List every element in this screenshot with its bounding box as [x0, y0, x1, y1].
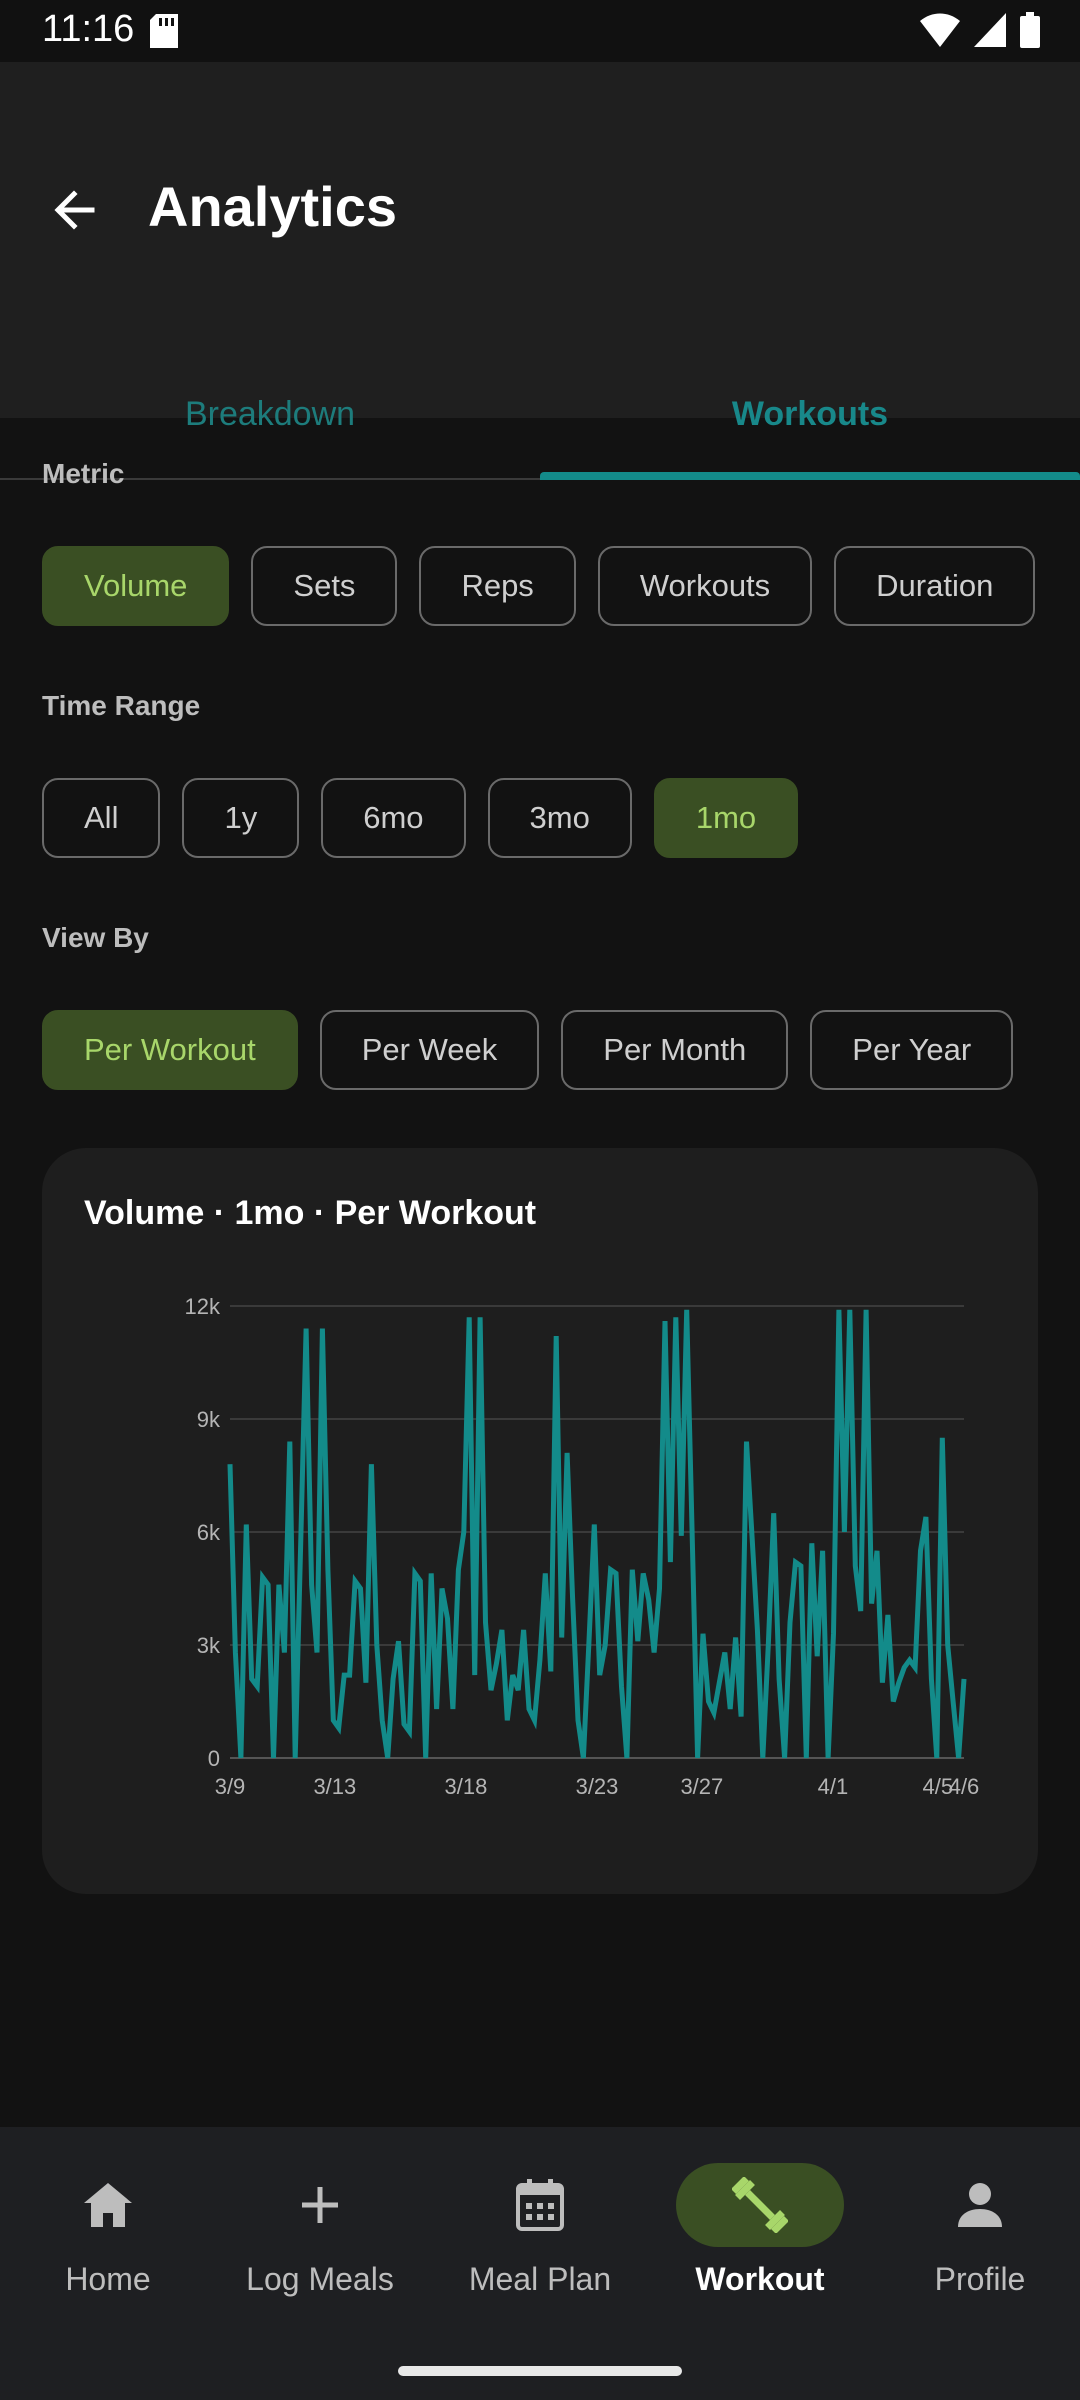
- chip-reps[interactable]: Reps: [419, 546, 576, 626]
- x-tick-label: 3/27: [680, 1774, 723, 1799]
- chip-workouts[interactable]: Workouts: [597, 546, 813, 626]
- nav-meal-plan-label: Meal Plan: [468, 2261, 612, 2297]
- bottom-navigation: Home Log Meals Meal Plan Workout Profile: [0, 2127, 1080, 2400]
- status-time: 11:16: [42, 8, 135, 50]
- nav-workout[interactable]: Workout: [652, 2163, 868, 2313]
- status-icons: [920, 12, 1040, 48]
- app-bar: Analytics Breakdown Workouts: [0, 62, 1080, 480]
- tab-workouts[interactable]: Workouts: [540, 352, 1080, 476]
- y-tick-label: 3k: [197, 1633, 221, 1658]
- battery-icon: [1020, 12, 1040, 48]
- chip-duration[interactable]: Duration: [834, 546, 1036, 626]
- x-tick-label: 4/6: [949, 1774, 980, 1799]
- home-icon: [84, 2183, 132, 2227]
- page-title: Analytics: [148, 175, 397, 238]
- plus-icon: [302, 2187, 338, 2223]
- chip-per-month[interactable]: Per Month: [561, 1010, 789, 1090]
- chip-1mo[interactable]: 1mo: [653, 778, 799, 858]
- nav-log-meals-label: Log Meals: [246, 2261, 394, 2297]
- view-by-chips: Per Workout Per Week Per Month Per Year: [42, 1010, 1014, 1090]
- nav-profile-label: Profile: [934, 2261, 1026, 2297]
- nav-log-meals[interactable]: Log Meals: [212, 2163, 428, 2313]
- gesture-bar: [398, 2366, 682, 2376]
- dumbbell-icon: [732, 2177, 788, 2233]
- metric-label: Metric: [42, 458, 125, 489]
- tab-bar: Breakdown Workouts: [0, 352, 1080, 480]
- metric-chips: Volume Sets Reps Workouts Duration: [42, 546, 1036, 626]
- person-icon: [958, 2183, 1002, 2227]
- chip-volume[interactable]: Volume: [42, 546, 230, 626]
- x-tick-label: 3/23: [576, 1774, 619, 1799]
- series-line: [227, 1309, 967, 1759]
- nav-meal-plan[interactable]: Meal Plan: [432, 2163, 648, 2313]
- wifi-icon: [920, 13, 960, 47]
- chip-per-workout[interactable]: Per Workout: [42, 1010, 298, 1090]
- chip-per-year[interactable]: Per Year: [810, 1010, 1014, 1090]
- back-button[interactable]: [46, 182, 102, 238]
- sd-card-icon: [150, 14, 178, 53]
- nav-home[interactable]: Home: [0, 2163, 216, 2313]
- x-tick-label: 4/1: [818, 1774, 849, 1799]
- calendar-icon: [516, 2179, 564, 2231]
- chart-card: Volume · 1mo · Per Workout 0 3k 6k 9k 12k 3/9…: [42, 1148, 1038, 1894]
- nav-home-label: Home: [65, 2261, 151, 2297]
- tab-indicator: [540, 472, 1080, 480]
- chip-per-week[interactable]: Per Week: [319, 1010, 540, 1090]
- chip-sets[interactable]: Sets: [251, 546, 398, 626]
- arrow-back-icon: [54, 190, 95, 230]
- signal-icon: [974, 13, 1006, 47]
- status-bar: 11:16: [0, 0, 1080, 62]
- x-tick-label: 3/13: [313, 1774, 356, 1799]
- nav-profile[interactable]: Profile: [872, 2163, 1080, 2313]
- chip-1y[interactable]: 1y: [182, 778, 300, 858]
- y-tick-label: 12k: [185, 1294, 221, 1319]
- x-tick-label: 3/9: [215, 1774, 246, 1799]
- volume-chart: 03k6k9k12k3/9 3/13 3/18 3/23 3/27 4/1 4/54/6: [185, 1294, 980, 1799]
- y-tick-label: 9k: [197, 1407, 221, 1432]
- view-by-label: View By: [42, 922, 149, 953]
- chip-3mo[interactable]: 3mo: [487, 778, 632, 858]
- x-tick-label: 3/18: [445, 1774, 488, 1799]
- time-range-label: Time Range: [42, 690, 201, 721]
- chip-6mo[interactable]: 6mo: [321, 778, 466, 858]
- time-range-chips: All 1y 6mo 3mo 1mo: [42, 778, 799, 858]
- y-tick-label: 0: [208, 1746, 220, 1771]
- chip-all[interactable]: All: [42, 778, 161, 858]
- nav-workout-label: Workout: [695, 2261, 825, 2297]
- y-tick-label: 6k: [197, 1520, 221, 1545]
